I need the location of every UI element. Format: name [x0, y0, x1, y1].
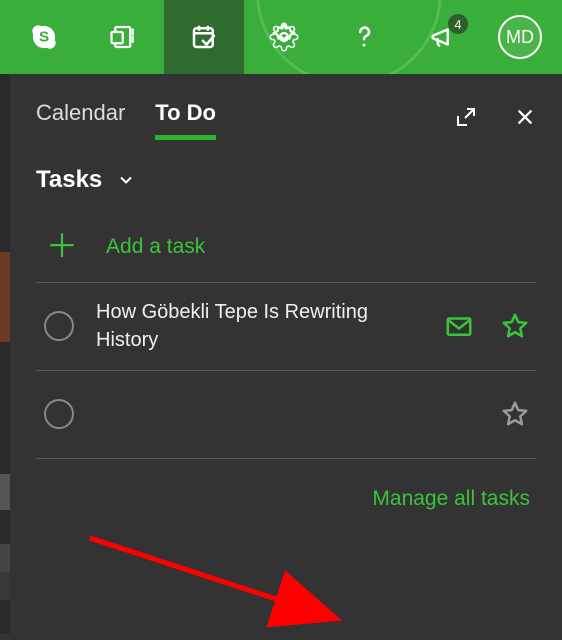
add-task-label: Add a task	[106, 235, 205, 259]
plus-icon: ＋	[46, 234, 78, 260]
manage-all-tasks-link[interactable]: Manage all tasks	[372, 487, 530, 511]
ribbon-skype[interactable]: S	[4, 0, 84, 74]
tab-todo[interactable]: To Do	[155, 100, 216, 134]
ribbon-onenote[interactable]	[84, 0, 164, 74]
top-ribbon: S	[0, 0, 562, 74]
mail-icon[interactable]	[444, 311, 474, 341]
ribbon-settings[interactable]	[244, 0, 324, 74]
annotation-arrow	[80, 530, 380, 640]
gear-icon	[269, 22, 299, 52]
popout-icon[interactable]	[454, 105, 478, 129]
complete-toggle[interactable]	[44, 311, 74, 341]
star-icon[interactable]	[500, 311, 530, 341]
close-icon[interactable]	[514, 106, 536, 128]
left-sliver	[0, 74, 10, 634]
tab-calendar[interactable]: Calendar	[36, 100, 125, 134]
avatar-initials: MD	[506, 27, 534, 48]
panel-tabs: Calendar To Do	[36, 74, 536, 160]
help-icon	[349, 22, 379, 52]
onenote-icon	[109, 22, 139, 52]
svg-text:S: S	[39, 29, 49, 46]
complete-toggle[interactable]	[44, 399, 74, 429]
task-title: How Göbekli Tepe Is Rewriting History	[96, 298, 444, 354]
ribbon-avatar[interactable]: MD	[484, 0, 556, 74]
avatar: MD	[498, 15, 542, 59]
ribbon-todo[interactable]	[164, 0, 244, 74]
ribbon-announcements[interactable]: 4	[404, 0, 484, 74]
skype-icon: S	[30, 23, 58, 51]
add-task-row[interactable]: ＋ Add a task	[36, 224, 536, 283]
announcements-badge: 4	[448, 14, 468, 34]
todo-icon	[189, 22, 219, 52]
chevron-down-icon	[116, 170, 136, 190]
task-row[interactable]: How Göbekli Tepe Is Rewriting History	[36, 283, 536, 371]
star-icon[interactable]	[500, 399, 530, 429]
ribbon-help[interactable]	[324, 0, 404, 74]
task-row[interactable]	[36, 371, 536, 459]
tasks-section-header[interactable]: Tasks	[36, 166, 536, 194]
todo-panel: Calendar To Do Tasks ＋ A	[10, 74, 562, 634]
tasks-section-title: Tasks	[36, 166, 102, 194]
